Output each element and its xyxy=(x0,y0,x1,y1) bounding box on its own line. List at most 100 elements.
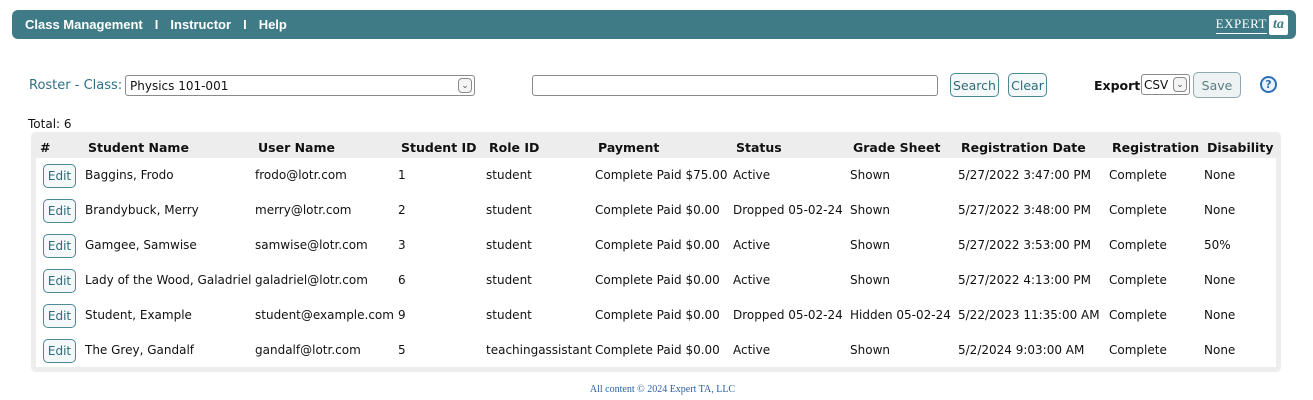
col-header-number: # xyxy=(40,140,51,155)
user-name: frodo@lotr.com xyxy=(255,168,347,182)
registration: Complete xyxy=(1109,238,1167,252)
payment: Complete Paid $0.00 xyxy=(595,308,720,322)
user-name: galadriel@lotr.com xyxy=(255,273,368,287)
student-name: The Grey, Gandalf xyxy=(85,343,195,357)
status: Dropped 05-02-24 xyxy=(733,308,843,322)
top-nav-bar: Class Management I Instructor I Help EXP… xyxy=(12,10,1296,39)
col-header-grade-sheet: Grade Sheet xyxy=(853,140,941,155)
roster-class-label: Roster - Class: xyxy=(29,78,123,93)
class-select-value: Physics 101-001 xyxy=(130,78,229,93)
registration: Complete xyxy=(1109,343,1167,357)
col-header-user-name: User Name xyxy=(258,140,335,155)
roster-table: # Student Name User Name Student ID Role… xyxy=(31,132,1281,372)
grade-sheet: Hidden 05-02-24 xyxy=(850,308,951,322)
registration-date: 5/27/2022 3:47:00 PM xyxy=(958,168,1092,182)
student-id: 5 xyxy=(398,343,406,357)
registration: Complete xyxy=(1109,308,1167,322)
grade-sheet: Shown xyxy=(850,238,890,252)
grade-sheet: Shown xyxy=(850,273,890,287)
footer-copyright: All content © 2024 Expert TA, LLC xyxy=(589,384,736,395)
nav-separator: I xyxy=(154,17,159,32)
edit-button[interactable]: Edit xyxy=(43,199,76,223)
expert-ta-logo: EXPERT ta xyxy=(1215,13,1288,36)
student-name: Lady of the Wood, Galadriel xyxy=(85,273,252,287)
student-id: 9 xyxy=(398,308,406,322)
col-header-status: Status xyxy=(736,140,782,155)
edit-button[interactable]: Edit xyxy=(43,339,76,363)
nav-help[interactable]: Help xyxy=(259,17,287,32)
table-row: Edit Student, Example student@example.co… xyxy=(36,298,1276,333)
status: Active xyxy=(733,238,771,252)
payment: Complete Paid $0.00 xyxy=(595,238,720,252)
student-name: Student, Example xyxy=(85,308,192,322)
nav-instructor[interactable]: Instructor xyxy=(170,17,231,32)
col-header-role-id: Role ID xyxy=(489,140,540,155)
student-id: 2 xyxy=(398,203,406,217)
disability: 50% xyxy=(1204,238,1231,252)
export-format-value: CSV xyxy=(1144,77,1169,92)
table-row: Edit Gamgee, Samwise samwise@lotr.com 3 … xyxy=(36,228,1276,263)
student-id: 6 xyxy=(398,273,406,287)
student-name: Baggins, Frodo xyxy=(85,168,174,182)
status: Dropped 05-02-24 xyxy=(733,203,843,217)
student-name: Brandybuck, Merry xyxy=(85,203,199,217)
role-id: student xyxy=(486,273,532,287)
status: Active xyxy=(733,343,771,357)
payment: Complete Paid $0.00 xyxy=(595,343,720,357)
class-select[interactable]: Physics 101-001 ⌄ xyxy=(125,75,475,96)
help-icon[interactable]: ? xyxy=(1260,76,1277,93)
search-button[interactable]: Search xyxy=(950,73,999,97)
table-row: Edit Baggins, Frodo frodo@lotr.com 1 stu… xyxy=(36,158,1276,193)
disability: None xyxy=(1204,343,1236,357)
role-id: student xyxy=(486,203,532,217)
table-row: Edit Brandybuck, Merry merry@lotr.com 2 … xyxy=(36,193,1276,228)
search-input[interactable] xyxy=(532,75,938,96)
edit-button[interactable]: Edit xyxy=(43,234,76,258)
table-row: Edit Lady of the Wood, Galadriel galadri… xyxy=(36,263,1276,298)
table-row: Edit The Grey, Gandalf gandalf@lotr.com … xyxy=(36,333,1276,368)
role-id: student xyxy=(486,308,532,322)
disability: None xyxy=(1204,168,1236,182)
student-name: Gamgee, Samwise xyxy=(85,238,197,252)
status: Active xyxy=(733,273,771,287)
col-header-student-id: Student ID xyxy=(401,140,477,155)
grade-sheet: Shown xyxy=(850,168,890,182)
table-body: Edit Baggins, Frodo frodo@lotr.com 1 stu… xyxy=(36,158,1276,367)
registration: Complete xyxy=(1109,273,1167,287)
col-header-registration: Registration xyxy=(1112,140,1200,155)
col-header-registration-date: Registration Date xyxy=(961,140,1086,155)
col-header-disability: Disability xyxy=(1207,140,1274,155)
clear-button[interactable]: Clear xyxy=(1008,73,1047,97)
registration-date: 5/22/2023 11:35:00 AM xyxy=(958,308,1100,322)
edit-button[interactable]: Edit xyxy=(43,164,76,188)
col-header-student-name: Student Name xyxy=(88,140,189,155)
main-nav: Class Management I Instructor I Help xyxy=(25,17,287,32)
registration-date: 5/2/2024 9:03:00 AM xyxy=(958,343,1085,357)
user-name: merry@lotr.com xyxy=(255,203,352,217)
user-name: student@example.com xyxy=(255,308,394,322)
payment: Complete Paid $75.00 xyxy=(595,168,728,182)
logo-text: EXPERT xyxy=(1215,16,1267,34)
logo-mark-icon: ta xyxy=(1269,14,1288,35)
nav-class-management[interactable]: Class Management xyxy=(25,17,143,32)
edit-button[interactable]: Edit xyxy=(43,269,76,293)
export-label: Export: xyxy=(1094,78,1146,93)
registration: Complete xyxy=(1109,168,1167,182)
col-header-payment: Payment xyxy=(598,140,660,155)
payment: Complete Paid $0.00 xyxy=(595,273,720,287)
edit-button[interactable]: Edit xyxy=(43,304,76,328)
registration-date: 5/27/2022 3:53:00 PM xyxy=(958,238,1092,252)
payment: Complete Paid $0.00 xyxy=(595,203,720,217)
disability: None xyxy=(1204,273,1236,287)
role-id: teachingassistant xyxy=(486,343,593,357)
chevron-down-icon: ⌄ xyxy=(1173,77,1187,92)
export-format-select[interactable]: CSV ⌄ xyxy=(1141,74,1190,95)
user-name: samwise@lotr.com xyxy=(255,238,368,252)
student-id: 3 xyxy=(398,238,406,252)
disability: None xyxy=(1204,308,1236,322)
disability: None xyxy=(1204,203,1236,217)
user-name: gandalf@lotr.com xyxy=(255,343,361,357)
student-id: 1 xyxy=(398,168,406,182)
save-button[interactable]: Save xyxy=(1193,72,1241,98)
role-id: student xyxy=(486,168,532,182)
